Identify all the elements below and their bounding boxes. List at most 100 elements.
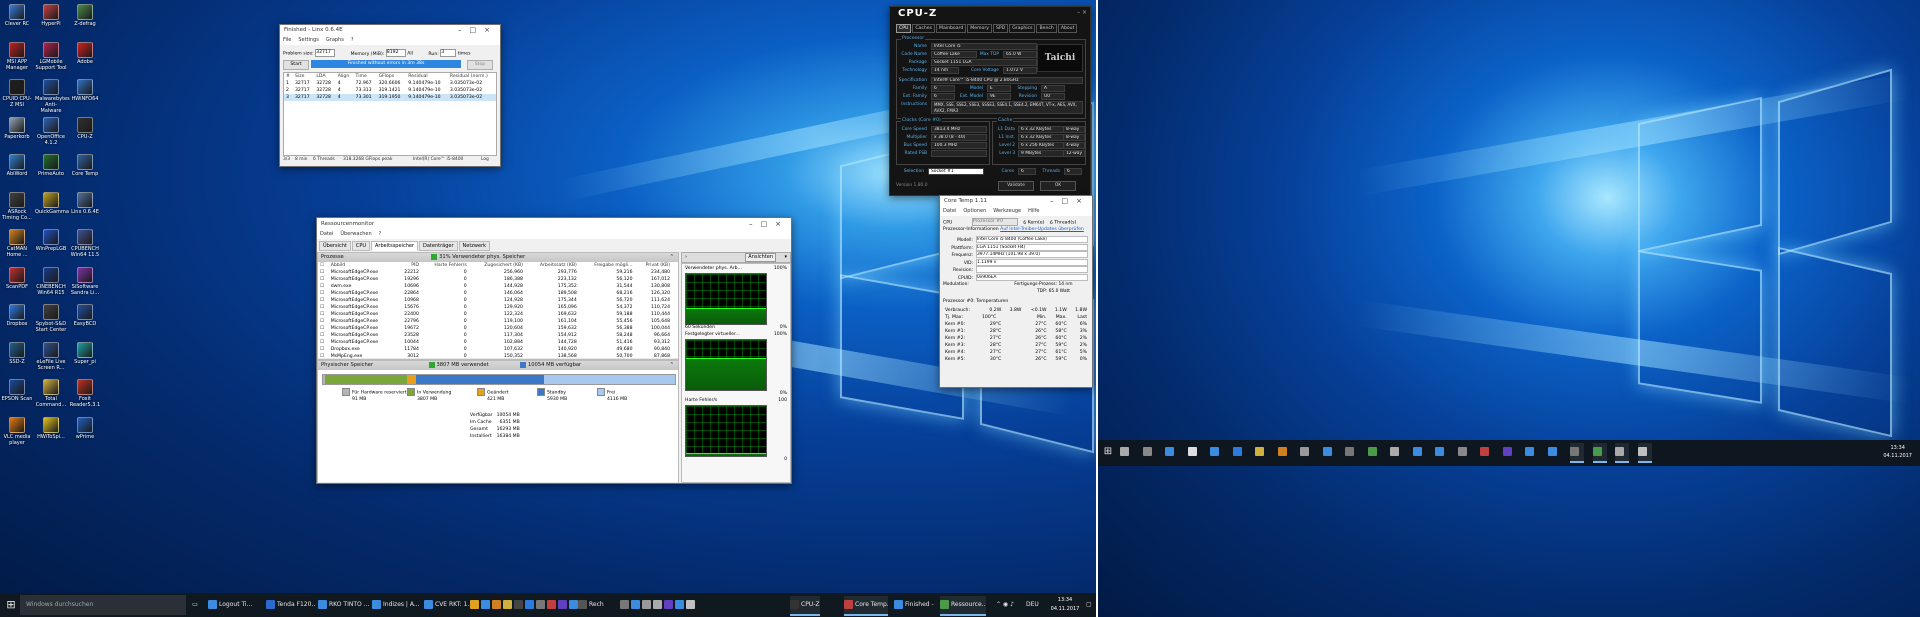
- tab[interactable]: Datenträger: [419, 241, 458, 251]
- row-checkbox[interactable]: ☐: [318, 276, 329, 283]
- menu-item[interactable]: Werkzeuge: [993, 208, 1021, 214]
- table-row[interactable]: 1 32717 32728 4 72.967 320.6606 9.140479e-10 3.…: [284, 80, 496, 87]
- menu-item[interactable]: Optionen: [963, 208, 986, 214]
- desktop-icon[interactable]: HWiNFO64: [69, 79, 101, 102]
- pinned-app-icon[interactable]: [558, 596, 568, 614]
- desktop-icon[interactable]: Paperkorb: [1, 116, 33, 140]
- language-indicator[interactable]: DEU: [1026, 596, 1042, 614]
- table-row[interactable]: ☐ MicrosoftEdgeCP.exe 19672 0 120,604 159,632…: [318, 325, 672, 332]
- taskbar-button[interactable]: Rechner: [578, 596, 604, 614]
- column-header[interactable]: Privat (KB): [635, 262, 673, 269]
- pinned-app-icon[interactable]: [1345, 443, 1359, 461]
- clock[interactable]: 13:34 04.11.2017: [1883, 444, 1912, 460]
- pinned-app-icon[interactable]: [620, 596, 630, 614]
- table-row[interactable]: ☐ dwm.exe 10696 0 144,928 175,352 31,544 130,80…: [318, 283, 672, 290]
- taskbar-button[interactable]: Ressource...: [940, 596, 986, 616]
- pinned-app-icon[interactable]: [1525, 443, 1539, 461]
- desktop-icon[interactable]: VLC media player: [1, 416, 33, 446]
- menu-item[interactable]: ?: [379, 231, 382, 237]
- pinned-app-icon[interactable]: [1435, 443, 1449, 461]
- pinned-app-icon[interactable]: [1592, 443, 1607, 463]
- desktop-icon[interactable]: ASRock Timing Co...: [1, 191, 33, 221]
- resource-monitor-window[interactable]: Ressourcenmonitor –□× Datei Überwachen? Üb…: [316, 217, 792, 484]
- window-controls[interactable]: –□×: [1050, 196, 1090, 207]
- pinned-app-icon[interactable]: [1480, 443, 1494, 461]
- pinned-app-icon[interactable]: [1322, 443, 1337, 461]
- tray-icons[interactable]: ⌃ ◉ ♪: [996, 596, 1020, 614]
- desktop-icon[interactable]: wPrime: [69, 416, 101, 440]
- tab-caches[interactable]: Caches: [912, 24, 936, 33]
- desktop-icon[interactable]: Adobe: [69, 41, 101, 65]
- coretemp-window[interactable]: Core Temp 1.11 –□× Datei Optionen Werkzeuge…: [939, 195, 1093, 388]
- cpuz-window[interactable]: CPU-Z – × CPU Caches Mainboard Memory SPD Gra…: [889, 6, 1091, 196]
- cpu-dropdown[interactable]: Prozessor #0: [971, 218, 1018, 226]
- table-row[interactable]: ☐ MicrosoftEdgeCP.exe 10044 0 102,884 144,728…: [318, 339, 672, 346]
- desktop-icon[interactable]: Clever RC: [1, 4, 33, 27]
- table-row[interactable]: 3 32717 32728 4 73.301 319.1950 9.140479e-10 3.…: [284, 94, 496, 101]
- pinned-app-icon[interactable]: [492, 596, 502, 614]
- linx-window[interactable]: Finished - Linx 0.6.4E –□× File Settings Gr…: [279, 24, 501, 167]
- tab[interactable]: Arbeitsspeicher: [371, 241, 418, 251]
- pinned-app-icon[interactable]: [642, 596, 652, 614]
- problem-size-select[interactable]: 32717: [315, 49, 336, 57]
- pinned-app-icon[interactable]: [1615, 443, 1629, 463]
- desktop-icon[interactable]: HyperPi: [35, 4, 67, 27]
- notification-icon[interactable]: ▢: [1086, 596, 1094, 614]
- row-checkbox[interactable]: ☐: [318, 283, 329, 290]
- desktop-icon[interactable]: eLeFile Live Screen R...: [35, 341, 67, 371]
- pinned-app-icon[interactable]: [1637, 443, 1652, 463]
- window-controls[interactable]: – ×: [1077, 9, 1087, 16]
- table-row[interactable]: ☐ Dropbox.exe 11784 0 107,632 140,920 49,680 90…: [318, 346, 672, 353]
- table-row[interactable]: 2 32717 32728 4 73.313 319.1421 9.140479e-10 3.…: [284, 87, 496, 94]
- pinned-app-icon[interactable]: [675, 596, 685, 614]
- table-row[interactable]: ☐ MsMpEng.exe 3012 0 150,352 138,568 50,700 87,…: [318, 353, 672, 358]
- pinned-app-icon[interactable]: [1165, 443, 1179, 461]
- collapse-chevron-icon[interactable]: ⌃: [670, 253, 674, 262]
- menu-item[interactable]: Graphs: [326, 37, 344, 43]
- pinned-app-icon[interactable]: [1457, 443, 1472, 461]
- table-row[interactable]: ☐ MicrosoftEdgeCP.exe 23528 0 117,304 154,912…: [318, 332, 672, 339]
- desktop-icon[interactable]: EPSON Scan: [1, 379, 33, 402]
- coretemp-titlebar[interactable]: Core Temp 1.11 –□×: [940, 196, 1092, 207]
- pinned-app-icon[interactable]: [536, 596, 546, 614]
- pinned-app-icon[interactable]: [1277, 443, 1292, 461]
- pinned-app-icon[interactable]: [686, 596, 696, 614]
- tab-cpu[interactable]: CPU: [896, 24, 912, 33]
- table-row[interactable]: ☐ MicrosoftEdgeCP.exe 22400 0 122,324 169,632…: [318, 311, 672, 318]
- pinned-app-icon[interactable]: [631, 596, 641, 614]
- row-checkbox[interactable]: ☐: [318, 297, 329, 304]
- tab-spd[interactable]: SPD: [992, 24, 1009, 33]
- start-button[interactable]: ⊞: [1102, 443, 1114, 461]
- taskbar-button[interactable]: Core Temp...: [844, 596, 888, 616]
- desktop-icon[interactable]: OpenOffice 4.1.2: [35, 116, 67, 146]
- pinned-app-icon[interactable]: [514, 596, 524, 614]
- column-header[interactable]: Harte Fehler/s: [421, 262, 469, 269]
- pinned-app-icon[interactable]: [1210, 443, 1224, 461]
- column-header[interactable]: Time: [354, 73, 377, 80]
- column-header[interactable]: PID: [396, 262, 421, 269]
- views-button[interactable]: Ansichten: [745, 253, 776, 262]
- pinned-app-icon[interactable]: [1120, 443, 1134, 461]
- row-checkbox[interactable]: ☐: [318, 353, 329, 358]
- table-row[interactable]: ☐ MicrosoftEdgeCP.exe 22796 0 119,100 161,104…: [318, 318, 672, 325]
- tab-memory[interactable]: Memory: [967, 24, 992, 33]
- desktop-icon[interactable]: ScanPDF: [1, 266, 33, 290]
- pinned-app-icon[interactable]: [1255, 443, 1269, 461]
- all-checkbox-label[interactable]: All: [407, 52, 413, 57]
- taskbar-button[interactable]: Tenda F120...: [266, 596, 316, 614]
- taskbar-button[interactable]: Indizes | A...: [372, 596, 422, 614]
- row-checkbox[interactable]: ☐: [318, 346, 329, 353]
- row-checkbox[interactable]: ☐: [318, 304, 329, 311]
- desktop-icon[interactable]: Total Command...: [35, 379, 67, 408]
- column-header[interactable]: Residual (norm.): [448, 73, 496, 80]
- row-checkbox[interactable]: ☐: [318, 318, 329, 325]
- menu-item[interactable]: Hilfe: [1028, 208, 1039, 214]
- pinned-app-icon[interactable]: [1570, 443, 1584, 463]
- row-checkbox[interactable]: ☐: [318, 325, 329, 332]
- pinned-app-icon[interactable]: [1232, 443, 1247, 461]
- tab[interactable]: CPU: [351, 241, 371, 251]
- pinned-app-icon[interactable]: [1547, 443, 1562, 461]
- menu-item[interactable]: Überwachen: [340, 231, 371, 237]
- taskbar-button[interactable]: CVE RKT: 1...: [424, 596, 474, 614]
- desktop-icon[interactable]: Dropbox: [1, 304, 33, 327]
